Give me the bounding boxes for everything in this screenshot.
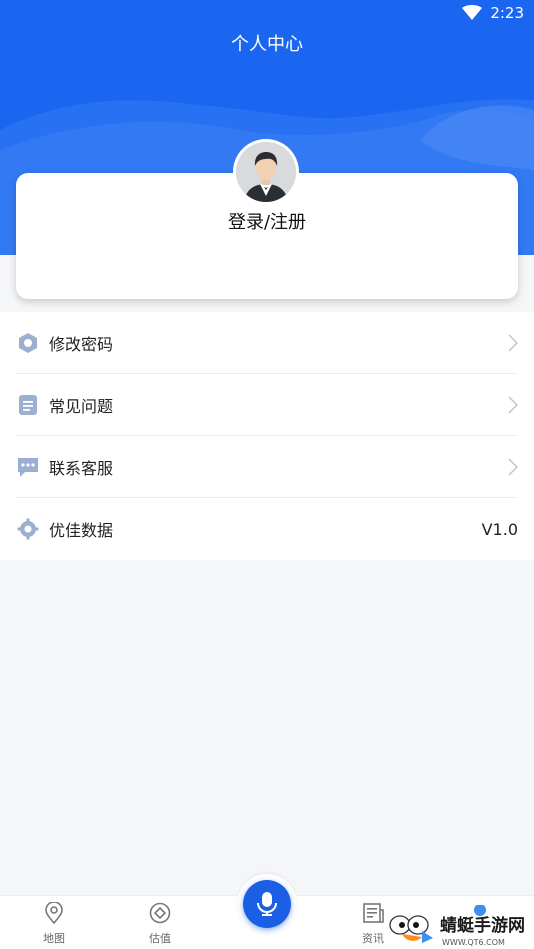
version-label: V1.0 bbox=[481, 519, 518, 539]
tab-valuation[interactable]: 估值 bbox=[130, 902, 190, 946]
wifi-icon bbox=[462, 5, 483, 20]
menu-item-label: 修改密码 bbox=[49, 335, 114, 354]
tab-label: 地图 bbox=[43, 932, 65, 945]
menu-item-about[interactable]: 优佳数据 V1.0 bbox=[0, 498, 534, 560]
voice-search-button[interactable] bbox=[243, 880, 291, 928]
watermark-logo: 蜻蜓手游网 WWW.QT6.COM bbox=[388, 904, 534, 949]
chevron-right-icon bbox=[508, 458, 518, 476]
news-icon bbox=[363, 903, 384, 923]
status-time: 2:23 bbox=[490, 4, 524, 22]
menu-item-customer-service[interactable]: 联系客服 bbox=[0, 436, 534, 498]
menu-item-label: 优佳数据 bbox=[49, 521, 114, 540]
menu-item-label: 联系客服 bbox=[49, 459, 114, 478]
status-bar: 2:23 bbox=[462, 4, 524, 22]
settings-menu: 修改密码 常见问题 联系客服 优佳数据 V1.0 bbox=[0, 312, 534, 560]
avatar[interactable] bbox=[233, 139, 299, 205]
document-icon bbox=[16, 393, 40, 417]
tab-map[interactable]: 地图 bbox=[24, 901, 84, 946]
menu-item-faq[interactable]: 常见问题 bbox=[0, 374, 534, 436]
user-avatar-icon bbox=[236, 142, 296, 202]
diamond-icon bbox=[149, 902, 171, 924]
menu-item-label: 常见问题 bbox=[49, 397, 114, 416]
dragonfly-logo-icon: 蜻蜓手游网 WWW.QT6.COM bbox=[389, 904, 525, 947]
hexagon-icon bbox=[16, 331, 40, 355]
watermark-text: 蜻蜓手游网 bbox=[440, 915, 525, 936]
chat-icon bbox=[16, 455, 40, 479]
microphone-icon bbox=[257, 892, 277, 916]
page-title: 个人中心 bbox=[231, 34, 303, 55]
chevron-right-icon bbox=[508, 396, 518, 414]
menu-item-change-password[interactable]: 修改密码 bbox=[0, 312, 534, 374]
location-pin-icon bbox=[45, 901, 63, 925]
tab-label: 估值 bbox=[149, 932, 171, 945]
gear-icon bbox=[16, 517, 40, 541]
watermark-subtext: WWW.QT6.COM bbox=[442, 938, 505, 947]
chevron-right-icon bbox=[508, 334, 518, 352]
login-register-link[interactable]: 登录/注册 bbox=[16, 208, 518, 234]
